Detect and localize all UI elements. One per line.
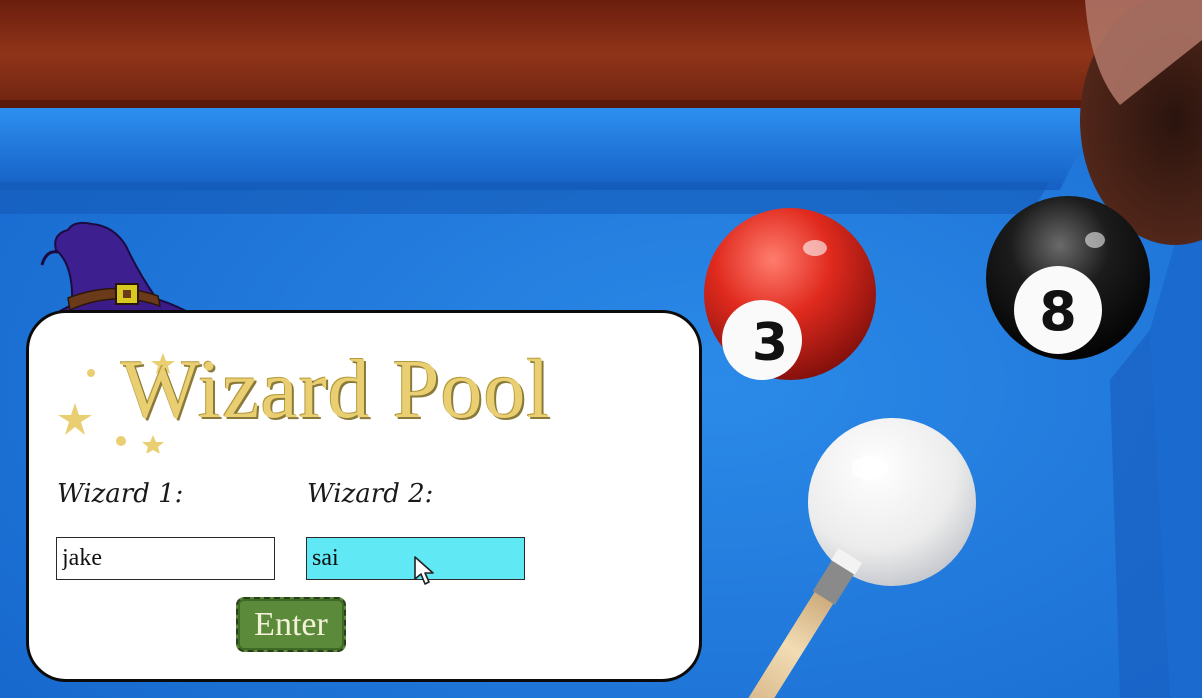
red-ball-number: 3: [752, 313, 788, 373]
player-entry-card: Wizard Pool Wizard 1: Wizard 2: Enter: [26, 310, 702, 682]
enter-button[interactable]: Enter: [236, 597, 346, 652]
mouse-pointer-icon: [414, 556, 434, 585]
black-ball-number: 8: [1039, 280, 1077, 343]
app-title: Wizard Pool: [121, 343, 551, 436]
wizard2-label: Wizard 2:: [307, 479, 434, 509]
wizard1-label: Wizard 1:: [57, 479, 184, 509]
title-area: Wizard Pool: [53, 323, 653, 453]
game-scene: 3 8 Wizard Pool Wizard 1: Wizard 2: jake…: [0, 0, 1202, 698]
wizard1-name-input[interactable]: [56, 537, 275, 580]
